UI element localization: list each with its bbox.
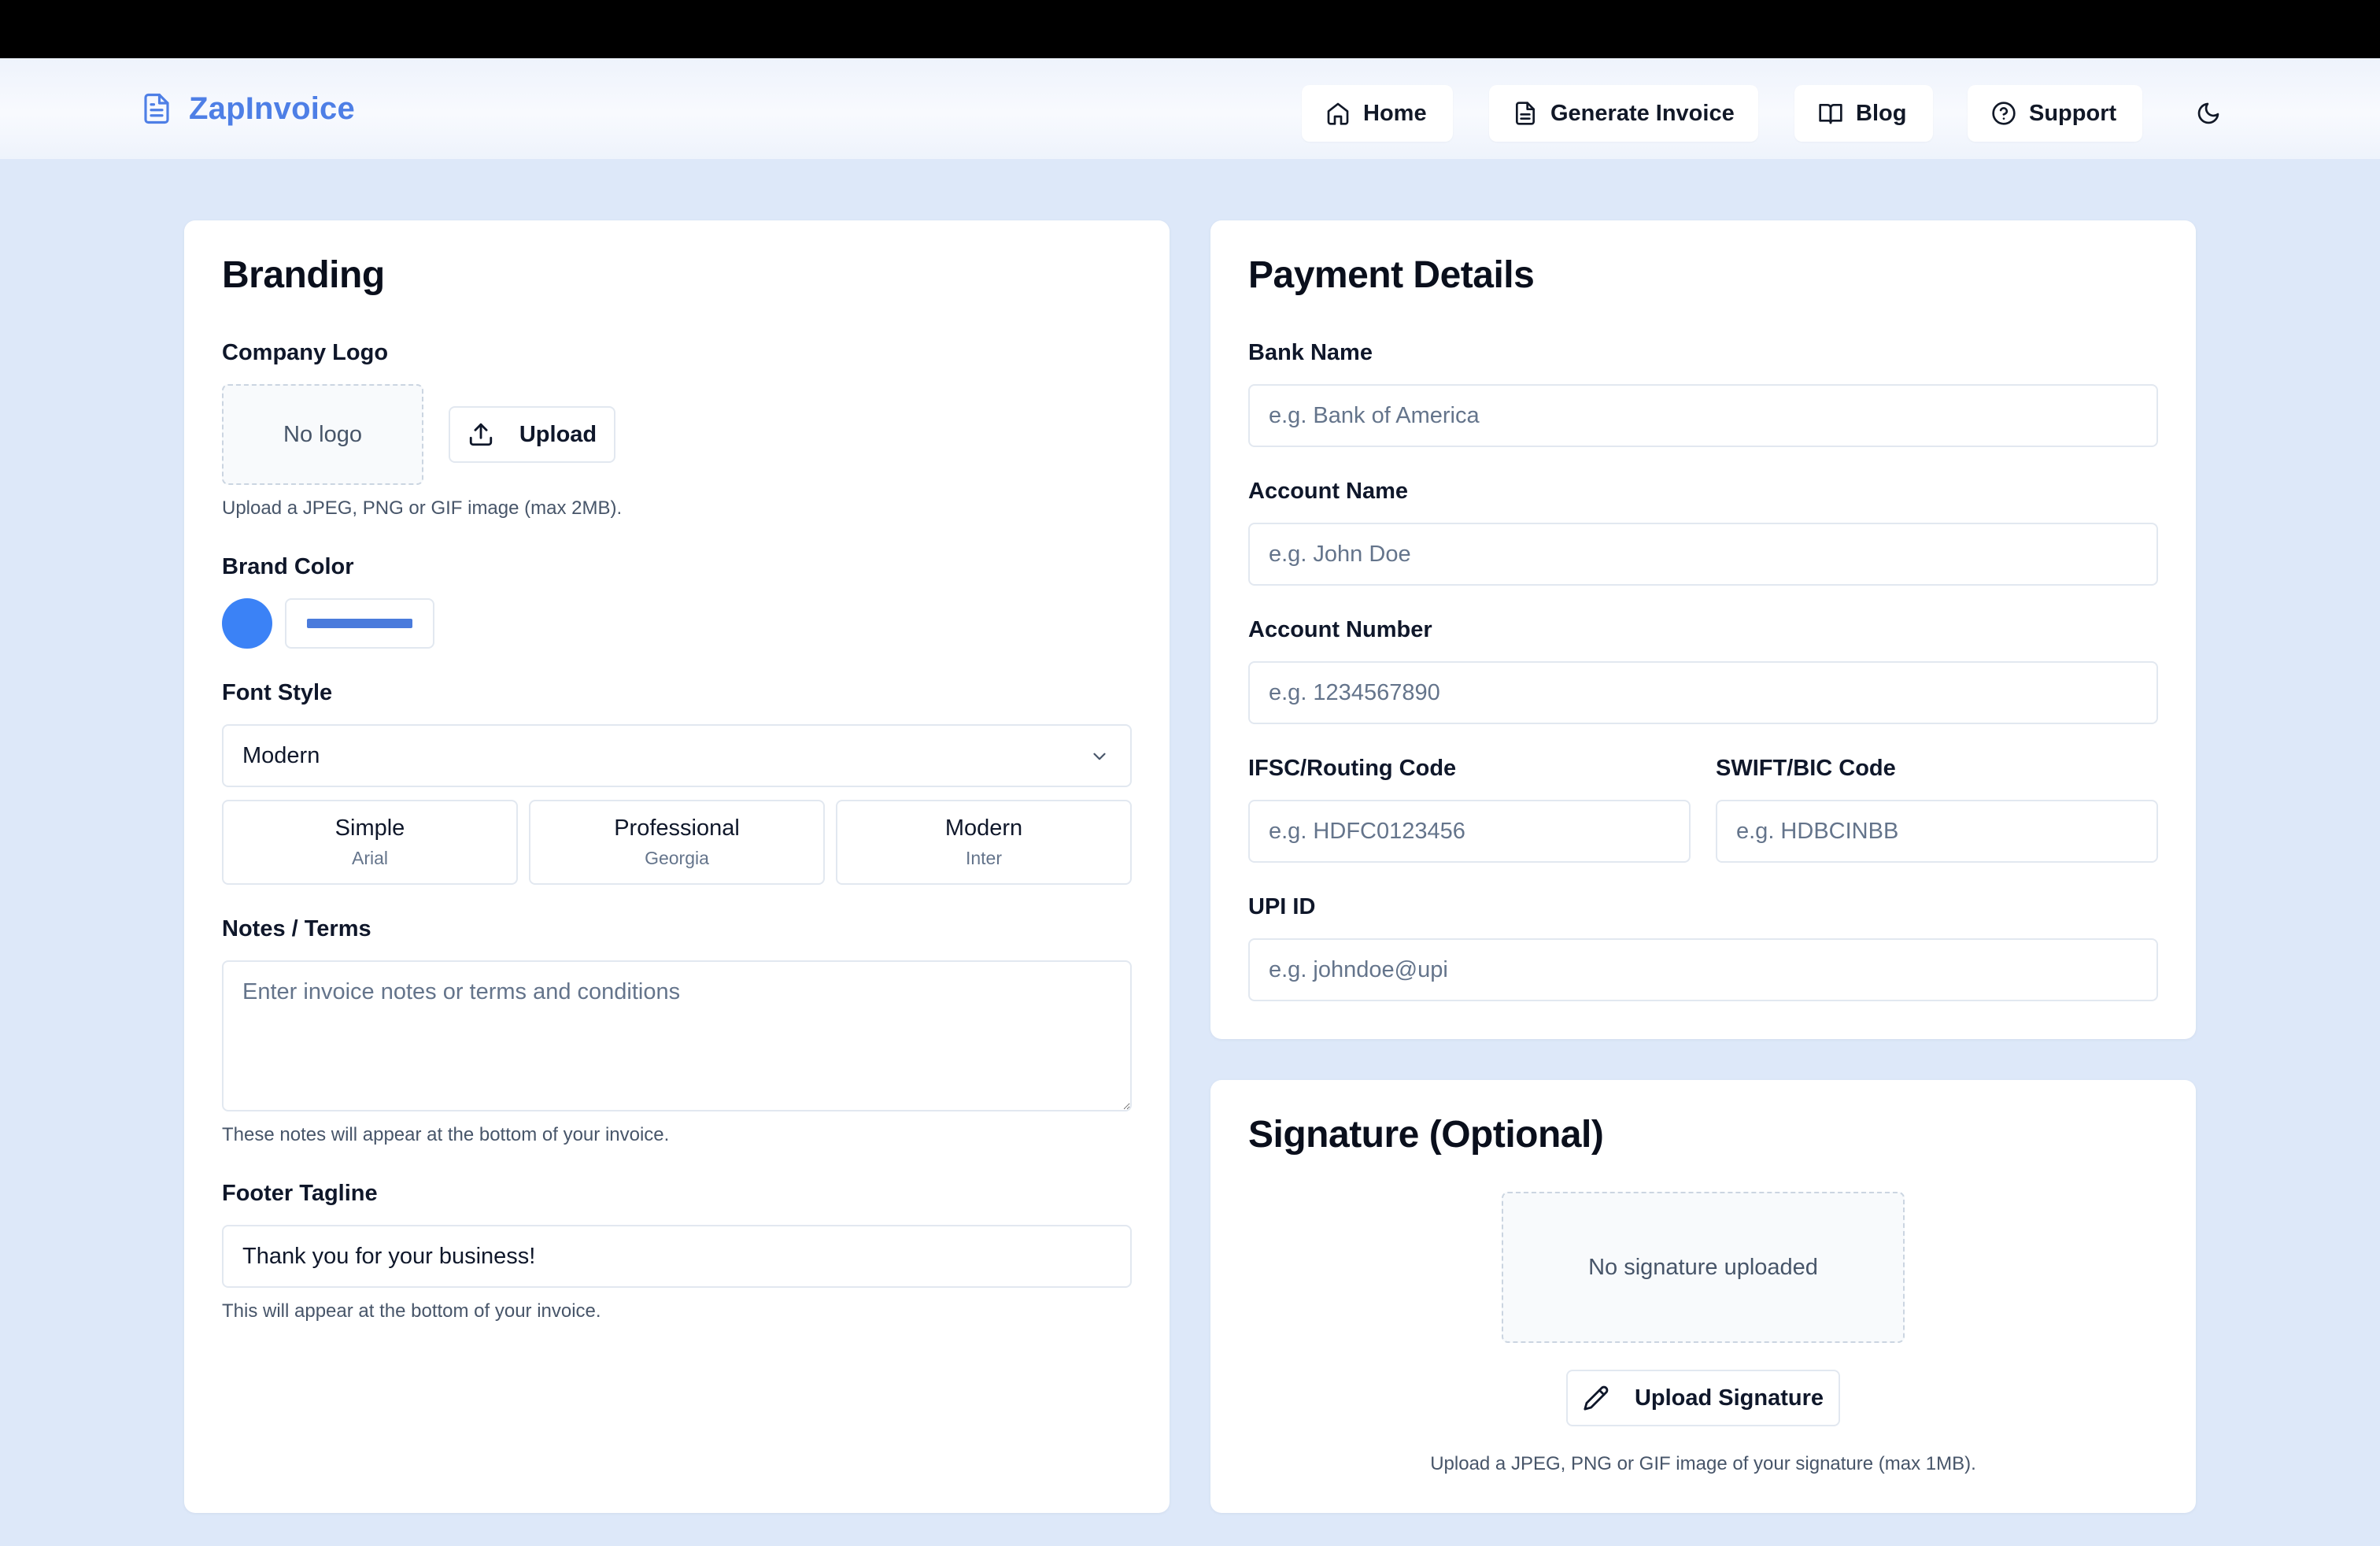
nav-item-label: Blog — [1856, 100, 1907, 126]
payment-details-title: Payment Details — [1248, 254, 1535, 296]
home-icon — [1327, 102, 1349, 125]
font-option-name: Simple — [334, 816, 405, 841]
brand-color-swatch[interactable] — [222, 598, 272, 649]
upload-signature-button[interactable]: Upload Signature — [1566, 1370, 1840, 1426]
signature-placeholder-text: No signature uploaded — [1588, 1254, 1818, 1280]
nav-item-label: Generate Invoice — [1550, 100, 1735, 126]
signature-preview: No signature uploaded — [1502, 1192, 1905, 1343]
upi-input[interactable] — [1248, 938, 2158, 1001]
font-option-family: Arial — [351, 848, 388, 868]
font-option-simple[interactable]: Simple Arial — [222, 800, 518, 885]
book-icon — [1819, 104, 1842, 124]
account-number-input[interactable] — [1248, 661, 2158, 724]
logo-placeholder-text: No logo — [283, 421, 362, 447]
moon-icon — [2197, 102, 2219, 124]
top-navigation: ZapInvoice Home Generate Invoice Blog Su… — [0, 58, 2380, 159]
swift-input[interactable] — [1716, 800, 2158, 863]
chevron-down-icon — [1093, 753, 1106, 760]
account-name-input[interactable] — [1248, 523, 2158, 586]
brand-color-picker[interactable] — [285, 598, 434, 649]
pencil-icon — [1584, 1385, 1609, 1411]
logo-help-text: Upload a JPEG, PNG or GIF image (max 2MB… — [222, 497, 623, 519]
font-style-selected: Modern — [242, 742, 320, 768]
font-option-name: Professional — [614, 816, 740, 841]
ifsc-input[interactable] — [1248, 800, 1691, 863]
bank-name-input[interactable] — [1248, 384, 2158, 447]
upi-label: UPI ID — [1248, 894, 1316, 919]
nav-item-blog[interactable]: Blog — [1794, 85, 1933, 142]
footer-tagline-label: Footer Tagline — [222, 1181, 378, 1206]
account-number-label: Account Number — [1248, 617, 1432, 642]
swift-label: SWIFT/BIC Code — [1716, 756, 1896, 781]
account-name-label: Account Name — [1248, 479, 1409, 504]
upload-icon — [469, 423, 493, 446]
font-option-modern[interactable]: Modern Inter — [836, 800, 1132, 885]
color-bar — [307, 619, 412, 628]
nav-item-home[interactable]: Home — [1302, 85, 1453, 142]
help-circle-icon — [1992, 102, 2016, 125]
bank-name-label: Bank Name — [1248, 340, 1373, 365]
ifsc-label: IFSC/Routing Code — [1248, 756, 1457, 781]
upload-label: Upload — [519, 421, 597, 447]
nav-item-label: Home — [1363, 100, 1427, 126]
font-option-professional[interactable]: Professional Georgia — [529, 800, 825, 885]
font-option-family: Inter — [965, 848, 1003, 868]
signature-title: Signature (Optional) — [1248, 1114, 1604, 1156]
document-icon — [144, 93, 169, 124]
branding-title: Branding — [222, 254, 385, 296]
font-option-family: Georgia — [645, 848, 709, 868]
notes-help-text: These notes will appear at the bottom of… — [222, 1124, 670, 1145]
document-icon — [1516, 102, 1535, 125]
footer-tagline-input[interactable] — [222, 1225, 1132, 1288]
font-option-name: Modern — [944, 816, 1023, 841]
notes-textarea[interactable] — [222, 960, 1132, 1111]
app-logo[interactable]: ZapInvoice — [140, 88, 355, 129]
nav-item-support[interactable]: Support — [1968, 85, 2142, 142]
app-name: ZapInvoice — [189, 91, 355, 126]
window-top-bar — [0, 0, 2380, 58]
theme-toggle-button[interactable] — [2193, 98, 2224, 129]
logo-upload-button[interactable]: Upload — [449, 406, 615, 463]
nav-item-label: Support — [2029, 100, 2117, 126]
upload-signature-label: Upload Signature — [1634, 1385, 1824, 1411]
font-style-label: Font Style — [222, 680, 333, 705]
brand-color-label: Brand Color — [222, 554, 354, 579]
company-logo-label: Company Logo — [222, 340, 389, 365]
font-style-select[interactable]: Modern — [222, 724, 1132, 787]
nav-item-generate-invoice[interactable]: Generate Invoice — [1489, 85, 1758, 142]
logo-preview: No logo — [222, 384, 423, 485]
signature-help-text: Upload a JPEG, PNG or GIF image of your … — [1430, 1453, 1976, 1474]
notes-label: Notes / Terms — [222, 916, 371, 941]
footer-help-text: This will appear at the bottom of your i… — [222, 1300, 601, 1322]
